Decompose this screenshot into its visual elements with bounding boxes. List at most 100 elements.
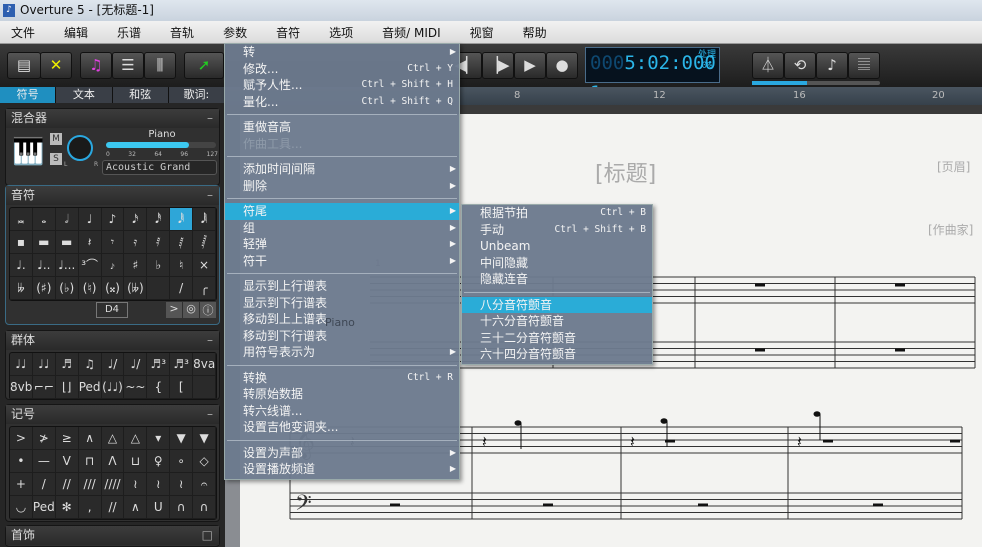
groups_panel-button[interactable]: ♬ [55, 353, 79, 376]
notes_panel-button[interactable]: 𝅘𝅥𝅱 [170, 208, 194, 231]
volume-slider[interactable] [106, 142, 216, 148]
notes_panel-button[interactable]: 𝄽 [78, 231, 102, 254]
marks_panel-button[interactable]: △ [124, 427, 148, 450]
pan-knob[interactable] [67, 135, 93, 161]
marks_panel-button[interactable]: / [32, 473, 56, 496]
marks_panel-button[interactable]: ≥ [55, 427, 79, 450]
menu-item[interactable]: 赋予人性... Ctrl + Shift + H [225, 77, 459, 94]
notes_panel-button[interactable]: 𝅘𝅥𝅰 [147, 208, 171, 231]
groups_panel-button[interactable]: ♩♩ [10, 353, 33, 376]
groups_panel-button[interactable]: ♬³ [147, 353, 171, 376]
menu-item[interactable]: 用符号表示为 ▶ [225, 344, 459, 361]
marks_panel-button[interactable]: ≯ [32, 427, 56, 450]
maximize-icon[interactable]: □ [202, 526, 213, 545]
loop-button[interactable]: ⟲ [784, 52, 816, 79]
menu-item[interactable]: 隐藏连音 [462, 271, 652, 288]
menu-item[interactable]: 设置吉他变调夹... [225, 419, 459, 436]
notes_panel-button[interactable]: ♯ [124, 254, 148, 277]
marks_panel-button[interactable]: • [10, 450, 33, 473]
menu-item[interactable]: 轻弹 ▶ [225, 236, 459, 253]
patch-select[interactable]: Acoustic Grand [102, 160, 217, 175]
groups_panel-button[interactable]: ♩♩ [32, 353, 56, 376]
record-button[interactable]: ● [546, 52, 578, 79]
menu-item[interactable]: 添加时间间隔 ▶ [225, 161, 459, 178]
marks_panel-button[interactable]: ≀ [147, 473, 171, 496]
marks_panel-button[interactable]: // [101, 496, 125, 519]
marks_panel-button[interactable]: /// [78, 473, 102, 496]
marks_panel-button[interactable]: — [32, 450, 56, 473]
menu-0[interactable]: 文件 [0, 24, 35, 41]
marks_panel-button[interactable]: △ [101, 427, 125, 450]
step-forward-button[interactable]: ▕▶ [482, 52, 514, 79]
menu-item[interactable]: 符尾 ▶ [225, 203, 459, 220]
marks_panel-button[interactable]: + [10, 473, 33, 496]
menu-item[interactable]: 十六分音符颤音 [462, 313, 652, 330]
notes_panel-button[interactable]: ³⌒ [78, 254, 102, 277]
pitch-field[interactable]: D4 [96, 302, 128, 318]
notes_panel-button[interactable] [147, 277, 171, 300]
menu-item[interactable]: 符干 ▶ [225, 253, 459, 270]
notes_panel-button[interactable]: × [193, 254, 216, 277]
notes_panel-button[interactable]: (♯) [32, 277, 56, 300]
menu-item[interactable]: 转原始数据 [225, 386, 459, 403]
minimize-icon[interactable]: – [207, 109, 213, 128]
marks_panel-button[interactable]: Λ [101, 450, 125, 473]
notes_panel-button[interactable]: ♪ [101, 208, 125, 231]
staff-button[interactable]: 𝄚 [848, 52, 880, 79]
notes_panel-button[interactable]: / [170, 277, 194, 300]
menu-item[interactable]: 重做音高 [225, 119, 459, 136]
notes_panel-button[interactable]: 𝅂 [193, 231, 216, 254]
notes_panel-button[interactable]: 𝆔 [101, 254, 125, 277]
groups_panel-button[interactable]: 8vb [10, 376, 33, 399]
minimize-icon[interactable]: – [207, 186, 213, 205]
notes_panel-button[interactable]: 𝅝 [32, 208, 56, 231]
tools-button[interactable]: ✕ [40, 52, 72, 79]
menu-item[interactable]: 设置播放频道 ▶ [225, 461, 459, 478]
notes_panel-button[interactable]: ♩ [78, 208, 102, 231]
menu-item[interactable]: 八分音符颤音 [462, 296, 652, 313]
marks_panel-button[interactable]: U [147, 496, 171, 519]
groups_panel-button[interactable]: [ [170, 376, 194, 399]
menu-item[interactable]: 移动到下行谱表 [225, 328, 459, 345]
marks_panel-button[interactable]: ♀ [147, 450, 171, 473]
notes_panel-button[interactable]: ▬ [32, 231, 56, 254]
menu-1[interactable]: 编辑 [53, 24, 88, 41]
groups_panel-button[interactable]: ⌐⌐ [32, 376, 56, 399]
marks_panel-button[interactable]: ∧ [78, 427, 102, 450]
notes_panel-button[interactable]: 𝅁 [170, 231, 194, 254]
notes_panel-button[interactable]: 𝅘𝅥𝅯 [124, 208, 148, 231]
marks_panel-button[interactable]: , [78, 496, 102, 519]
minimize-icon[interactable]: – [207, 405, 213, 424]
menu-item[interactable]: 六十四分音符颤音 [462, 346, 652, 363]
menu-item[interactable]: 显示到上行谱表 [225, 278, 459, 295]
minimize-icon[interactable]: – [207, 331, 213, 350]
menu-2[interactable]: 乐谱 [106, 24, 141, 41]
marks_panel-button[interactable]: ⊓ [78, 450, 102, 473]
menu-item[interactable]: 根据节拍 Ctrl + B [462, 205, 652, 222]
midi-icon[interactable]: ◎ [183, 302, 199, 318]
track-view-button[interactable]: ☰ [112, 52, 144, 79]
notes_panel-button[interactable]: 𝅜 [10, 208, 33, 231]
groups_panel-button[interactable]: { [147, 376, 171, 399]
menu-7[interactable]: 音频/ MIDI [371, 24, 441, 41]
groups_panel-button[interactable]: ♫ [78, 353, 102, 376]
menu-item[interactable]: 组 ▶ [225, 220, 459, 237]
marks_panel-button[interactable]: 𝄐 [193, 473, 216, 496]
menu-6[interactable]: 选项 [318, 24, 353, 41]
menu-item[interactable]: 修改... Ctrl + Y [225, 61, 459, 78]
notes_panel-button[interactable]: (𝄫) [124, 277, 148, 300]
menu-item[interactable]: 删除 ▶ [225, 178, 459, 195]
quantize-button[interactable]: ♪ [816, 52, 848, 79]
marks_panel-button[interactable]: ∩ [193, 496, 216, 519]
menu-item[interactable]: 中间隐藏 [462, 255, 652, 272]
notes_panel-button[interactable]: ♩.. [32, 254, 56, 277]
mixer-button[interactable]: ⫼ [144, 52, 176, 79]
marks_panel-button[interactable]: ✻ [55, 496, 79, 519]
menu-item[interactable]: 转换 Ctrl + R [225, 370, 459, 387]
notes_panel-button[interactable]: ▬ [55, 231, 79, 254]
menu-item[interactable]: Unbeam [462, 238, 652, 255]
marks_panel-button[interactable]: ⊔ [124, 450, 148, 473]
marks_panel-button[interactable]: ≀ [124, 473, 148, 496]
marks_panel-button[interactable]: ◇ [193, 450, 216, 473]
menu-item[interactable]: 显示到下行谱表 [225, 295, 459, 312]
